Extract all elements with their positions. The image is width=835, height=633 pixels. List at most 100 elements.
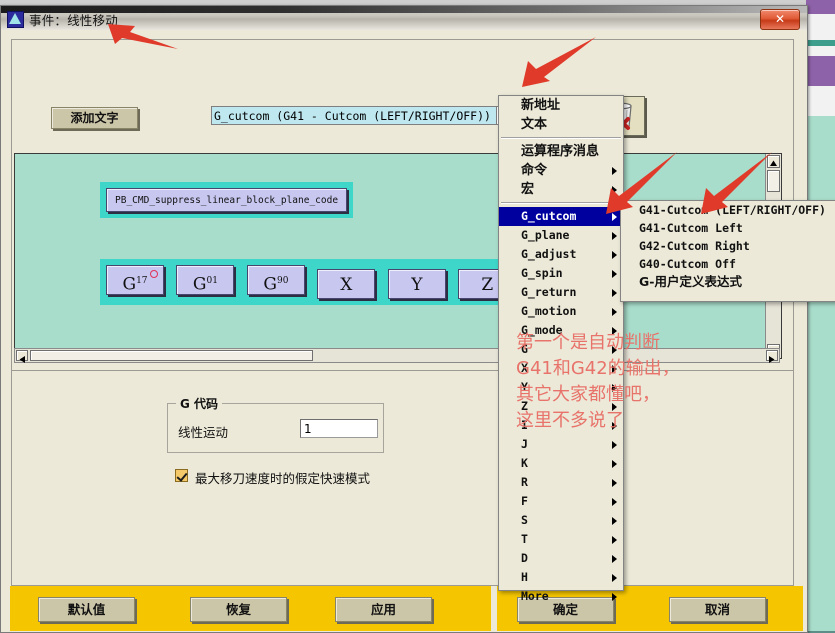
submenu-arrow-icon [612,186,617,194]
submenu-item-3[interactable]: G40-Cutcom Off [621,255,835,273]
axis-node-g90-sub: 90 [276,276,289,286]
chevron-up-icon [770,160,777,166]
menu-separator [501,202,621,204]
app-icon [7,11,24,28]
scroll-up-button[interactable] [767,155,780,168]
submenu-item-4[interactable]: G-用户定义表达式 [621,273,835,291]
footer-left-bar: 默认值 恢复 应用 [10,586,491,631]
close-button[interactable]: ✕ [760,9,800,30]
menu-item-label: 命令 [521,163,548,178]
title-bar[interactable]: 事件：线性移动 ✕ [1,6,807,31]
defaults-button[interactable]: 默认值 [38,597,135,622]
apply-button[interactable]: 应用 [335,597,432,622]
menu-item-label: G_motion [521,304,577,318]
menu-item-[interactable]: 运算程序消息 [499,142,623,161]
cancel-button[interactable]: 取消 [669,597,766,622]
menu-item-g_motion[interactable]: G_motion [499,302,623,321]
axis-node-g17[interactable]: G17 [106,265,164,295]
window-title: 事件：线性移动 [29,13,118,28]
add-text-button[interactable]: 添加文字 [51,107,138,129]
menu-item-h[interactable]: H [499,568,623,587]
axis-node-g01-sub: 01 [206,276,218,286]
submenu-arrow-icon [612,498,617,506]
rapid-mode-checkbox-label: 最大移刀速度时的假定快速模式 [195,471,371,486]
scroll-thumb-vertical[interactable] [767,170,780,192]
menu-item-f[interactable]: F [499,492,623,511]
axis-node-g90[interactable]: G90 [246,265,305,295]
axis-node-g01[interactable]: G01 [176,265,235,295]
submenu-arrow-icon [612,232,617,240]
submenu-arrow-icon [612,441,617,449]
menu-item-j[interactable]: J [499,435,623,454]
rapid-mode-checkbox[interactable] [175,469,188,482]
dialog-client-area: 添加文字 G_cutcom (G41 - Cutcom (LEFT/RIGHT/… [1,30,807,632]
canvas-horizontal-scrollbar[interactable] [14,348,780,363]
menu-item-t[interactable]: T [499,530,623,549]
menu-item-s[interactable]: S [499,511,623,530]
menu-item-label: 文本 [521,117,548,132]
submenu-arrow-icon [612,460,617,468]
menu-item-x[interactable]: X [499,359,623,378]
menu-item-label: X [521,361,528,375]
axis-node-g01-main: G [192,274,207,295]
bg-band-white-mid [806,46,835,56]
menu-item-label: G_adjust [521,247,577,261]
submenu-item-1[interactable]: G41-Cutcom Left [621,219,835,237]
axis-node-y[interactable]: Y [387,268,446,299]
bg-band-canvas-green [806,116,835,631]
menu-item-g_adjust[interactable]: G_adjust [499,245,623,264]
restore-button[interactable]: 恢复 [190,597,287,622]
menu-item-g_cutcom[interactable]: G_cutcom [499,207,623,226]
submenu-arrow-icon [612,555,617,563]
g-cutcom-submenu[interactable]: G41-Cutcom (LEFT/RIGHT/OFF) G41-Cutcom Le… [620,200,835,302]
command-combobox-value[interactable]: G_cutcom (G41 - Cutcom (LEFT/RIGHT/OFF)) [211,106,496,125]
linear-motion-input[interactable]: 1 [300,419,378,438]
submenu-item-0[interactable]: G41-Cutcom (LEFT/RIGHT/OFF) [621,201,835,219]
menu-item-d[interactable]: D [499,549,623,568]
submenu-arrow-icon [612,270,617,278]
menu-item-g_return[interactable]: G_return [499,283,623,302]
submenu-arrow-icon [612,346,617,354]
menu-item-label: H [521,570,528,584]
command-node-button[interactable]: PB_CMD_suppress_linear_block_plane_code [106,188,348,212]
menu-item-r[interactable]: R [499,473,623,492]
submenu-arrow-icon [612,327,617,335]
menu-item-k[interactable]: K [499,454,623,473]
menu-item-label: G [521,342,528,356]
modified-marker-icon [150,270,158,278]
menu-item-label: F [521,494,528,508]
command-node-group[interactable]: PB_CMD_suppress_linear_block_plane_code [100,182,354,218]
submenu-arrow-icon [612,213,617,221]
menu-item-g_spin[interactable]: G_spin [499,264,623,283]
menu-item-[interactable]: 文本 [499,115,623,134]
scroll-left-button[interactable] [16,350,28,363]
menu-item-g[interactable]: G [499,340,623,359]
menu-item-label: G_plane [521,228,570,242]
menu-item-[interactable]: 新地址 [499,96,623,115]
rapid-mode-checkbox-row[interactable]: 最大移刀速度时的假定快速模式 [175,468,505,486]
menu-item-[interactable]: 命令 [499,161,623,180]
menu-item-label: Z [521,399,528,413]
submenu-arrow-icon [612,536,617,544]
axis-node-g17-sub: 17 [136,276,148,286]
menu-item-g_mode[interactable]: G_mode [499,321,623,340]
menu-item-z[interactable]: Z [499,397,623,416]
menu-item-g_plane[interactable]: G_plane [499,226,623,245]
menu-item-[interactable]: 宏 [499,180,623,199]
scroll-thumb-horizontal[interactable] [30,350,313,361]
gcode-group-box: G 代码 线性运动 1 [167,395,384,453]
chevron-right-icon [769,356,775,363]
event-dialog-window: 事件：线性移动 ✕ 添加文字 G_cutcom (G41 - Cutcom (L… [0,5,808,633]
address-dropdown-menu[interactable]: 新地址文本运算程序消息命令宏 G_cutcom G_plane G_adjust G_s… [498,95,624,603]
menu-item-more[interactable]: More [499,587,623,606]
menu-item-label: 宏 [521,182,535,197]
linear-motion-label: 线性运动 [178,425,229,440]
menu-item-i[interactable]: I [499,416,623,435]
submenu-arrow-icon [612,479,617,487]
menu-item-label: I [521,418,528,432]
scroll-right-button[interactable] [766,350,778,363]
submenu-item-2[interactable]: G42-Cutcom Right [621,237,835,255]
axis-node-x[interactable]: X [317,268,376,299]
command-combobox[interactable]: G_cutcom (G41 - Cutcom (LEFT/RIGHT/OFF)) [211,106,512,125]
menu-item-y[interactable]: Y [499,378,623,397]
